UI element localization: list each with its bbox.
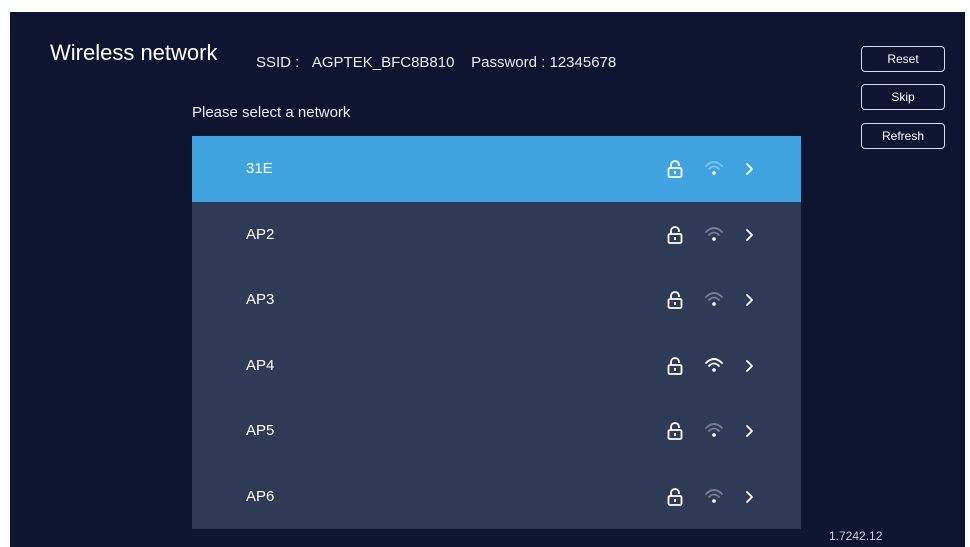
network-name: AP3	[246, 291, 275, 309]
wifi-signal-icon	[705, 292, 723, 306]
chevron-right-icon	[746, 228, 753, 241]
ssid-value: AGPTEK_BFC8B810	[311, 54, 455, 71]
page-title: Wireless network	[50, 40, 218, 65]
network-row[interactable]: AP5	[192, 398, 801, 464]
network-name: AP2	[246, 225, 275, 243]
chevron-right-icon	[746, 294, 753, 306]
wifi-signal-icon	[705, 226, 723, 241]
password-label: Password : 12345678	[471, 54, 617, 71]
network-name: AP6	[246, 487, 275, 505]
chevron-right-icon	[746, 425, 753, 437]
lock-icon	[667, 487, 683, 506]
reset-button[interactable]: Reset	[861, 46, 945, 72]
wifi-setup-screen: Wireless network SSID : AGPTEK_BFC8B810 …	[10, 12, 965, 547]
lock-icon	[667, 225, 683, 244]
lock-icon	[667, 291, 683, 309]
network-name: AP4	[246, 356, 275, 374]
wifi-signal-icon	[705, 488, 723, 503]
refresh-button[interactable]: Refresh	[861, 123, 945, 149]
ssid-label: SSID :	[256, 54, 300, 71]
network-row[interactable]: AP6	[192, 464, 801, 530]
chevron-right-icon	[746, 163, 753, 175]
skip-button[interactable]: Skip	[861, 84, 945, 110]
lock-icon	[667, 422, 683, 440]
network-row[interactable]: AP2	[192, 202, 801, 268]
ssid-info: SSID : AGPTEK_BFC8B810 Password : 123456…	[256, 54, 616, 71]
network-row[interactable]: AP4	[192, 333, 801, 399]
wifi-signal-icon	[705, 357, 723, 372]
wifi-signal-icon	[705, 423, 723, 437]
network-row[interactable]: 31E	[192, 136, 801, 202]
network-row[interactable]: AP3	[192, 267, 801, 333]
select-network-prompt: Please select a network	[192, 104, 351, 121]
chevron-right-icon	[746, 490, 753, 503]
chevron-right-icon	[746, 359, 753, 372]
network-name: 31E	[246, 160, 273, 178]
lock-icon	[667, 160, 683, 178]
network-list: 31E AP2 AP3 AP4 AP5 AP6	[192, 136, 801, 529]
network-name: AP5	[246, 422, 275, 440]
version-label: 1.7242.12	[829, 529, 883, 543]
wifi-signal-icon	[705, 161, 723, 175]
lock-icon	[667, 356, 683, 375]
